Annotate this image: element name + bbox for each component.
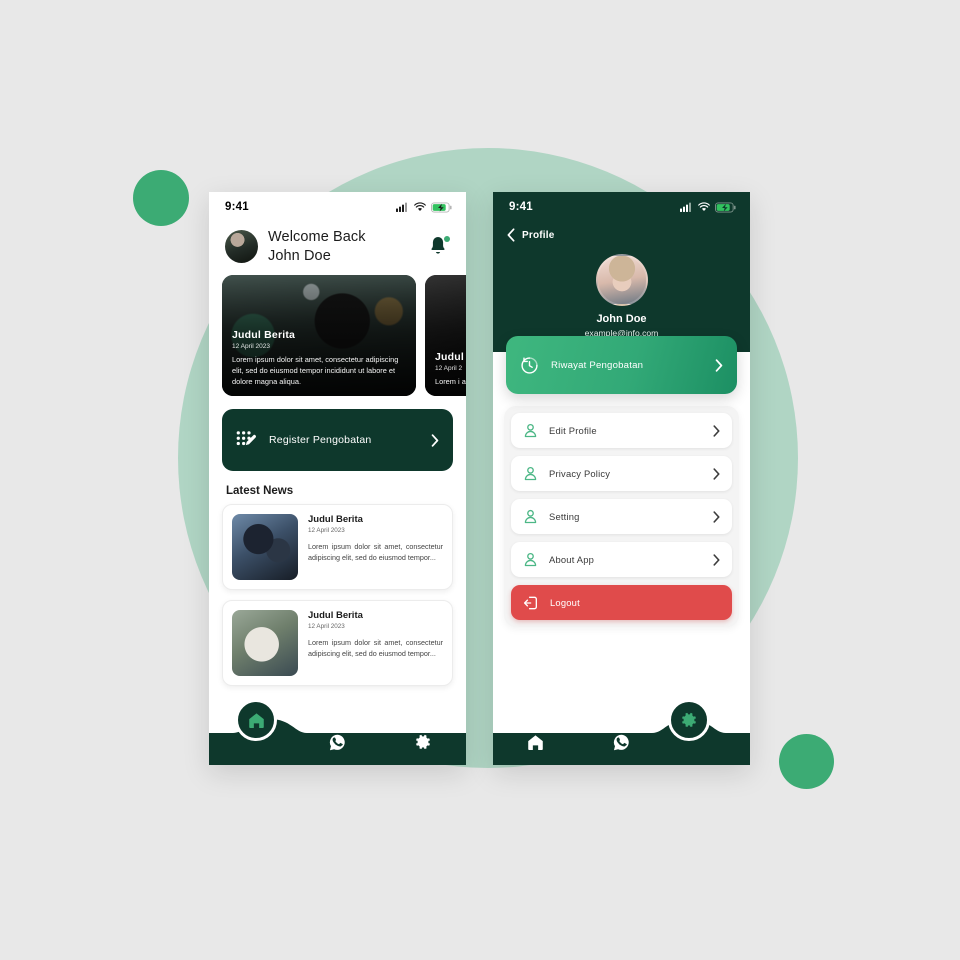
cellular-signal-icon — [396, 202, 407, 212]
menu-item-label: Privacy Policy — [549, 468, 611, 479]
news-list-item[interactable]: Judul Berita 12 April 2023 Lorem ipsum d… — [222, 600, 453, 687]
hero-title: Judul — [435, 351, 464, 364]
nav-fab-home[interactable] — [235, 699, 277, 741]
menu-item-edit-profile[interactable]: Edit Profile — [511, 413, 732, 448]
news-description: Lorem ipsum dolor sit amet, consectetur … — [308, 542, 443, 563]
register-pengobatan-button[interactable]: Register Pengobatan — [222, 409, 453, 472]
notification-button[interactable] — [428, 235, 450, 259]
hero-description: Lorem ipsum dolor sit amet, consectetur … — [232, 355, 399, 387]
user-icon — [524, 509, 537, 524]
user-icon — [524, 466, 537, 481]
gear-icon — [682, 712, 696, 727]
phone-screen-profile: 9:41 Profile John Doe example@info.com R… — [493, 192, 750, 765]
back-button[interactable]: Profile — [493, 222, 750, 252]
profile-menu-panel: Edit Profile Privacy Policy Setting Abou… — [504, 406, 739, 627]
hero-date: 12 April 2023 — [232, 343, 270, 351]
nav-item-home[interactable] — [493, 719, 579, 765]
chevron-right-icon — [713, 424, 720, 437]
logout-label: Logout — [550, 597, 580, 608]
hero-carousel[interactable]: Judul Berita 12 April 2023 Lorem ipsum d… — [209, 275, 466, 397]
welcome-line-2: John Doe — [268, 247, 331, 264]
news-thumbnail — [232, 610, 298, 677]
status-bar-icons — [680, 202, 736, 213]
status-bar: 9:41 — [209, 192, 466, 222]
wifi-icon — [698, 202, 710, 212]
logout-icon — [523, 596, 537, 609]
page-title: Profile — [522, 229, 555, 241]
logout-button[interactable]: Logout — [511, 585, 732, 620]
bottom-navigation — [493, 699, 750, 765]
notification-badge-dot — [444, 235, 450, 242]
chevron-right-icon — [715, 358, 723, 372]
news-title: Judul Berita — [308, 610, 363, 622]
news-list-item[interactable]: Judul Berita 12 April 2023 Lorem ipsum d… — [222, 504, 453, 591]
news-description: Lorem ipsum dolor sit amet, consectetur … — [308, 638, 443, 659]
hero-title: Judul Berita — [232, 329, 296, 342]
design-canvas: 9:41 Welcome Back John Doe Judul Berita … — [0, 0, 960, 960]
background-circle-left — [133, 170, 189, 226]
profile-identity: John Doe example@info.com — [493, 252, 750, 338]
chevron-left-icon — [507, 228, 515, 242]
menu-item-label: Setting — [549, 511, 580, 522]
news-date: 12 April 2023 — [308, 527, 345, 535]
news-title: Judul Berita — [308, 514, 363, 526]
profile-header-panel: 9:41 Profile John Doe example@info.com — [493, 192, 750, 352]
riwayat-label: Riwayat Pengobatan — [551, 359, 644, 371]
user-icon — [524, 423, 537, 438]
status-bar-icons — [396, 202, 452, 213]
battery-charging-icon — [715, 202, 736, 212]
nav-fab-settings[interactable] — [668, 699, 710, 741]
news-date: 12 April 2023 — [308, 623, 345, 631]
chevron-right-icon — [713, 510, 720, 523]
news-thumbnail — [232, 514, 298, 581]
user-icon — [524, 552, 537, 567]
status-bar-time: 9:41 — [225, 201, 249, 213]
news-body: Judul Berita 12 April 2023 Lorem ipsum d… — [308, 610, 443, 676]
status-bar-time: 9:41 — [509, 201, 533, 213]
background-circle-right — [779, 734, 834, 789]
form-edit-icon — [236, 430, 256, 445]
welcome-text: Welcome Back John Doe — [268, 228, 418, 265]
chevron-right-icon — [713, 553, 720, 566]
whatsapp-icon — [329, 734, 345, 750]
hero-description: Lorem i adipisc incididu — [435, 377, 466, 387]
status-bar: 9:41 — [493, 192, 750, 222]
menu-item-setting[interactable]: Setting — [511, 499, 732, 534]
hero-date: 12 April 2 — [435, 365, 463, 373]
welcome-line-1: Welcome Back — [268, 229, 366, 245]
register-label: Register Pengobatan — [269, 434, 372, 447]
menu-item-label: About App — [549, 554, 595, 565]
nav-item-whatsapp[interactable] — [295, 719, 381, 765]
history-clock-icon — [521, 356, 538, 374]
nav-item-settings[interactable] — [380, 719, 466, 765]
wifi-icon — [414, 202, 426, 212]
nav-item-whatsapp[interactable] — [579, 719, 665, 765]
avatar[interactable] — [595, 254, 648, 306]
cellular-signal-icon — [680, 202, 691, 212]
whatsapp-icon — [613, 734, 629, 750]
home-icon — [248, 712, 264, 728]
hero-card[interactable]: Judul 12 April 2 Lorem i adipisc incidid… — [425, 275, 466, 397]
bottom-nav-items — [493, 719, 750, 765]
menu-item-about-app[interactable]: About App — [511, 542, 732, 577]
hero-content: Judul Berita 12 April 2023 Lorem ipsum d… — [232, 329, 406, 388]
bottom-navigation — [209, 699, 466, 765]
avatar[interactable] — [225, 230, 258, 264]
chevron-right-icon — [713, 467, 720, 480]
home-icon — [528, 734, 544, 750]
news-body: Judul Berita 12 April 2023 Lorem ipsum d… — [308, 514, 443, 580]
latest-news-title: Latest News — [226, 485, 294, 498]
chevron-right-icon — [431, 433, 439, 447]
hero-card[interactable]: Judul Berita 12 April 2023 Lorem ipsum d… — [222, 275, 416, 397]
gear-icon — [416, 734, 431, 749]
menu-item-privacy-policy[interactable]: Privacy Policy — [511, 456, 732, 491]
phone-screen-home: 9:41 Welcome Back John Doe Judul Berita … — [209, 192, 466, 765]
profile-name: John Doe — [596, 313, 647, 325]
battery-charging-icon — [431, 202, 452, 212]
home-header: Welcome Back John Doe — [209, 222, 466, 275]
menu-item-label: Edit Profile — [549, 425, 597, 436]
hero-content: Judul 12 April 2 Lorem i adipisc incidid… — [435, 351, 466, 388]
riwayat-pengobatan-button[interactable]: Riwayat Pengobatan — [506, 336, 737, 394]
